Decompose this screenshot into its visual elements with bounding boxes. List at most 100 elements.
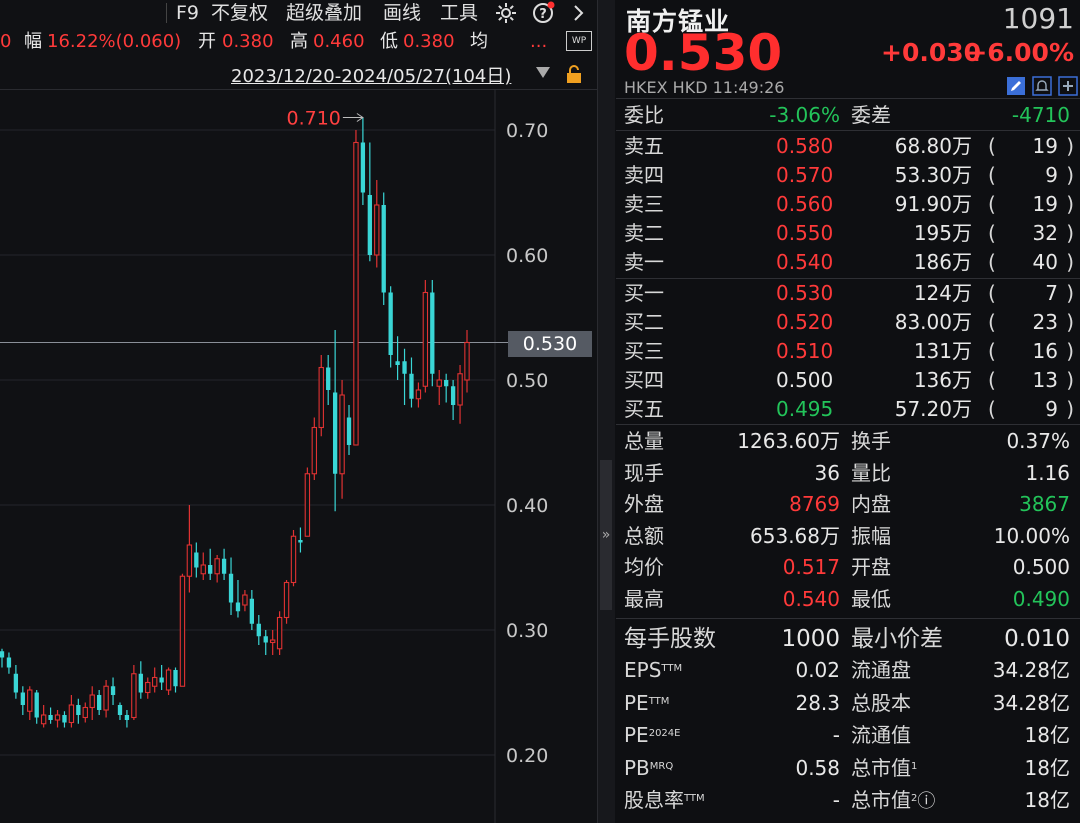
fundamental-label-superscript: TTM [648,695,670,707]
candle-body [103,685,109,711]
candle-body [221,558,227,574]
order-book-row[interactable]: 买四 0.500 136万 (13) [616,366,1080,395]
level-volume: 124万 [913,281,972,305]
order-book-row[interactable]: 买二 0.520 83.00万 (23) [616,308,1080,337]
order-book-row[interactable]: 买三 0.510 131万 (16) [616,337,1080,366]
stat-label: 量比 [851,460,891,485]
candle [402,348,407,405]
stat-value: 1263.60万 [737,429,840,453]
paren-open: ( [988,221,996,245]
date-range-selector[interactable]: 2023/12/20-2024/05/27(104日) [231,62,511,88]
level-volume: 91.90万 [894,192,972,216]
level-order-count: 7 [1045,281,1058,305]
settings-icon[interactable] [495,0,517,26]
info-icon[interactable]: ⓘ [917,791,935,812]
paren-open: ( [988,250,996,274]
fundamental-value: 34.28亿 [992,658,1070,682]
stat-label: 总额 [624,523,664,548]
candle [457,365,463,424]
order-book-row[interactable]: 卖四 0.570 53.30万 (9) [616,161,1080,190]
candle-body [464,341,470,381]
candle-body [159,677,164,683]
stock-code: 1091 [1002,2,1074,35]
y-tick-label: 0.70 [506,120,548,142]
fundamental-label-superscript: 2 [911,793,918,805]
order-book-row[interactable]: 卖五 0.580 68.80万 (19) [616,132,1080,161]
candle-body [402,361,407,374]
candle-body [409,373,414,399]
tools-button[interactable]: 工具 [440,0,478,26]
candle-body [145,681,151,694]
chevron-down-icon[interactable] [535,64,551,83]
candle [40,705,47,728]
open-label: 开 [198,31,216,52]
help-icon[interactable]: ? [532,0,556,26]
collapse-panel-icon[interactable]: » [600,460,612,610]
fundamental-value: 18亿 [1024,755,1070,780]
fundamental-label-superscript: MRQ [649,760,674,772]
super-overlay-button[interactable]: 超级叠加 [286,0,362,26]
candle [0,648,5,668]
fundamental-label-text: PE [624,723,649,748]
fundamental-row: 股息率TTM - 总市值2ⓘ 18亿 [616,786,1080,815]
candle [20,686,25,715]
paren-close: ) [1066,397,1074,421]
order-book-row[interactable]: 卖三 0.560 91.90万 (19) [616,190,1080,219]
chevron-right-icon[interactable] [572,0,586,26]
candle-body [48,715,53,720]
candle [179,573,186,687]
fundamental-label: 总市值1 [851,754,917,783]
candle-info-bar: 0 幅 16.22%(0.060) 开 0.380 高 0.460 低 0.38… [0,28,597,56]
fundamental-value: - [832,723,840,748]
candle [318,355,324,437]
candle [381,192,386,305]
level-price: 0.540 [776,250,834,274]
order-book-row[interactable]: 卖二 0.550 195万 (32) [616,219,1080,248]
candle-body [304,473,311,537]
candle [173,667,178,693]
no-restore-button[interactable]: 不复权 [211,0,268,26]
order-book-row[interactable]: 买五 0.495 57.20万 (9) [616,395,1080,424]
paren-close: ) [1066,163,1074,187]
candle-body [256,623,261,637]
candle [186,505,193,593]
f9-button[interactable]: F9 [176,0,199,26]
candle-body [200,564,206,575]
more-indicator[interactable]: ... [530,28,547,56]
y-tick-label: 0.20 [506,745,548,767]
order-book-row[interactable]: 买一 0.530 124万 (7) [616,279,1080,308]
high-label: 高 [290,31,308,52]
add-icon[interactable] [1058,76,1078,96]
tick-size-label: 最小价差 [851,626,943,652]
candle [283,580,290,624]
commission-ratio-label: 委比 [624,103,664,127]
lot-size-label: 每手股数 [624,626,716,652]
level-label: 买三 [624,339,664,363]
draw-line-button[interactable]: 画线 [383,0,421,26]
wp-badge-icon[interactable]: WP [566,31,592,51]
paren-close: ) [1066,250,1074,274]
candle [409,357,414,408]
candle [436,370,442,405]
candle-body [82,706,88,719]
stat-value: 0.517 [782,555,840,580]
candle [97,690,102,715]
fundamental-label-superscript: TTM [661,663,683,674]
candle-body [40,714,47,725]
candle [276,611,283,655]
candle [353,130,359,446]
candlestick-chart[interactable]: 0.70 0.60 0.50 0.40 0.30 0.20 0.710 [0,90,597,823]
order-book-row[interactable]: 卖一 0.540 186万 (40) [616,248,1080,277]
candle [422,280,429,393]
level-label: 买二 [624,310,664,334]
edit-icon[interactable] [1006,76,1026,96]
fundamental-label: PETTM [624,689,669,718]
candle-body [263,636,268,643]
level-volume: 186万 [913,250,972,274]
avg-label: 均 [470,31,488,52]
bell-icon[interactable] [1032,76,1052,96]
lock-icon[interactable] [565,64,583,84]
current-price-tag: 0.530 [508,331,592,357]
fundamental-label-superscript: 2024E [648,728,681,740]
stat-label: 开盘 [851,555,891,580]
